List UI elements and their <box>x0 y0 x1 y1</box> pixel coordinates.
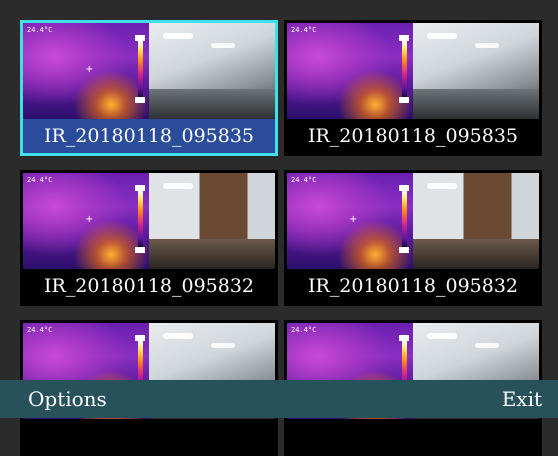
thumbnail-tile[interactable]: 24.4°C + IR_20180118_095832 <box>284 170 542 306</box>
thumbnail-tile[interactable]: 24.4°C + IR_20180118_095832 <box>20 170 278 306</box>
thumbnail-grid: 24.4°C + IR_20180118_095835 24.4°C IR_20… <box>0 0 558 456</box>
exit-button[interactable]: Exit <box>502 387 542 411</box>
ir-color-scale <box>135 185 145 253</box>
ceiling-light <box>475 43 499 48</box>
ceiling-light <box>163 333 193 339</box>
ir-temperature-readout: 24.4°C <box>291 326 317 334</box>
ceiling-light <box>427 33 457 39</box>
ceiling-light <box>427 183 457 189</box>
ir-image: 24.4°C + <box>287 173 413 269</box>
options-button[interactable]: Options <box>28 387 107 411</box>
floor <box>149 239 275 269</box>
ir-color-scale <box>135 35 145 103</box>
ir-color-scale <box>399 35 409 103</box>
ceiling-light <box>475 343 499 348</box>
thumbnail-caption <box>287 419 539 453</box>
crosshair-icon: + <box>85 64 94 75</box>
thumbnail-caption: IR_20180118_095835 <box>23 119 275 153</box>
ir-image: 24.4°C + <box>23 23 149 119</box>
ceiling-light <box>163 183 193 189</box>
visual-image <box>149 173 275 269</box>
ceiling-light <box>211 43 235 48</box>
thumbnail-images: 24.4°C + <box>287 173 539 269</box>
thumbnail-caption: IR_20180118_095835 <box>307 125 519 147</box>
floor <box>413 89 539 119</box>
visual-image <box>413 23 539 119</box>
thumbnail-caption <box>23 419 275 453</box>
ir-image: 24.4°C <box>287 23 413 119</box>
crosshair-icon: + <box>85 214 94 225</box>
thumbnail-tile[interactable]: 24.4°C + IR_20180118_095835 <box>20 20 278 156</box>
ir-temperature-readout: 24.4°C <box>27 176 53 184</box>
thumbnail-images: 24.4°C + <box>23 173 275 269</box>
floor <box>413 239 539 269</box>
softkey-bar: Options Exit <box>0 380 558 418</box>
ceiling-light <box>163 33 193 39</box>
ceiling-light <box>211 343 235 348</box>
visual-image <box>413 173 539 269</box>
thumbnail-images: 24.4°C + <box>23 23 275 119</box>
ir-temperature-readout: 24.4°C <box>27 26 53 34</box>
ir-temperature-readout: 24.4°C <box>27 326 53 334</box>
ceiling-light <box>427 333 457 339</box>
thumbnail-images: 24.4°C <box>287 23 539 119</box>
ir-temperature-readout: 24.4°C <box>291 176 317 184</box>
thumbnail-tile[interactable]: 24.4°C IR_20180118_095835 <box>284 20 542 156</box>
thumbnail-caption: IR_20180118_095832 <box>307 275 519 297</box>
ir-color-scale <box>399 185 409 253</box>
crosshair-icon: + <box>349 214 358 225</box>
ir-image: 24.4°C + <box>23 173 149 269</box>
ir-temperature-readout: 24.4°C <box>291 26 317 34</box>
visual-image <box>149 23 275 119</box>
floor <box>149 89 275 119</box>
thumbnail-caption: IR_20180118_095832 <box>43 275 255 297</box>
